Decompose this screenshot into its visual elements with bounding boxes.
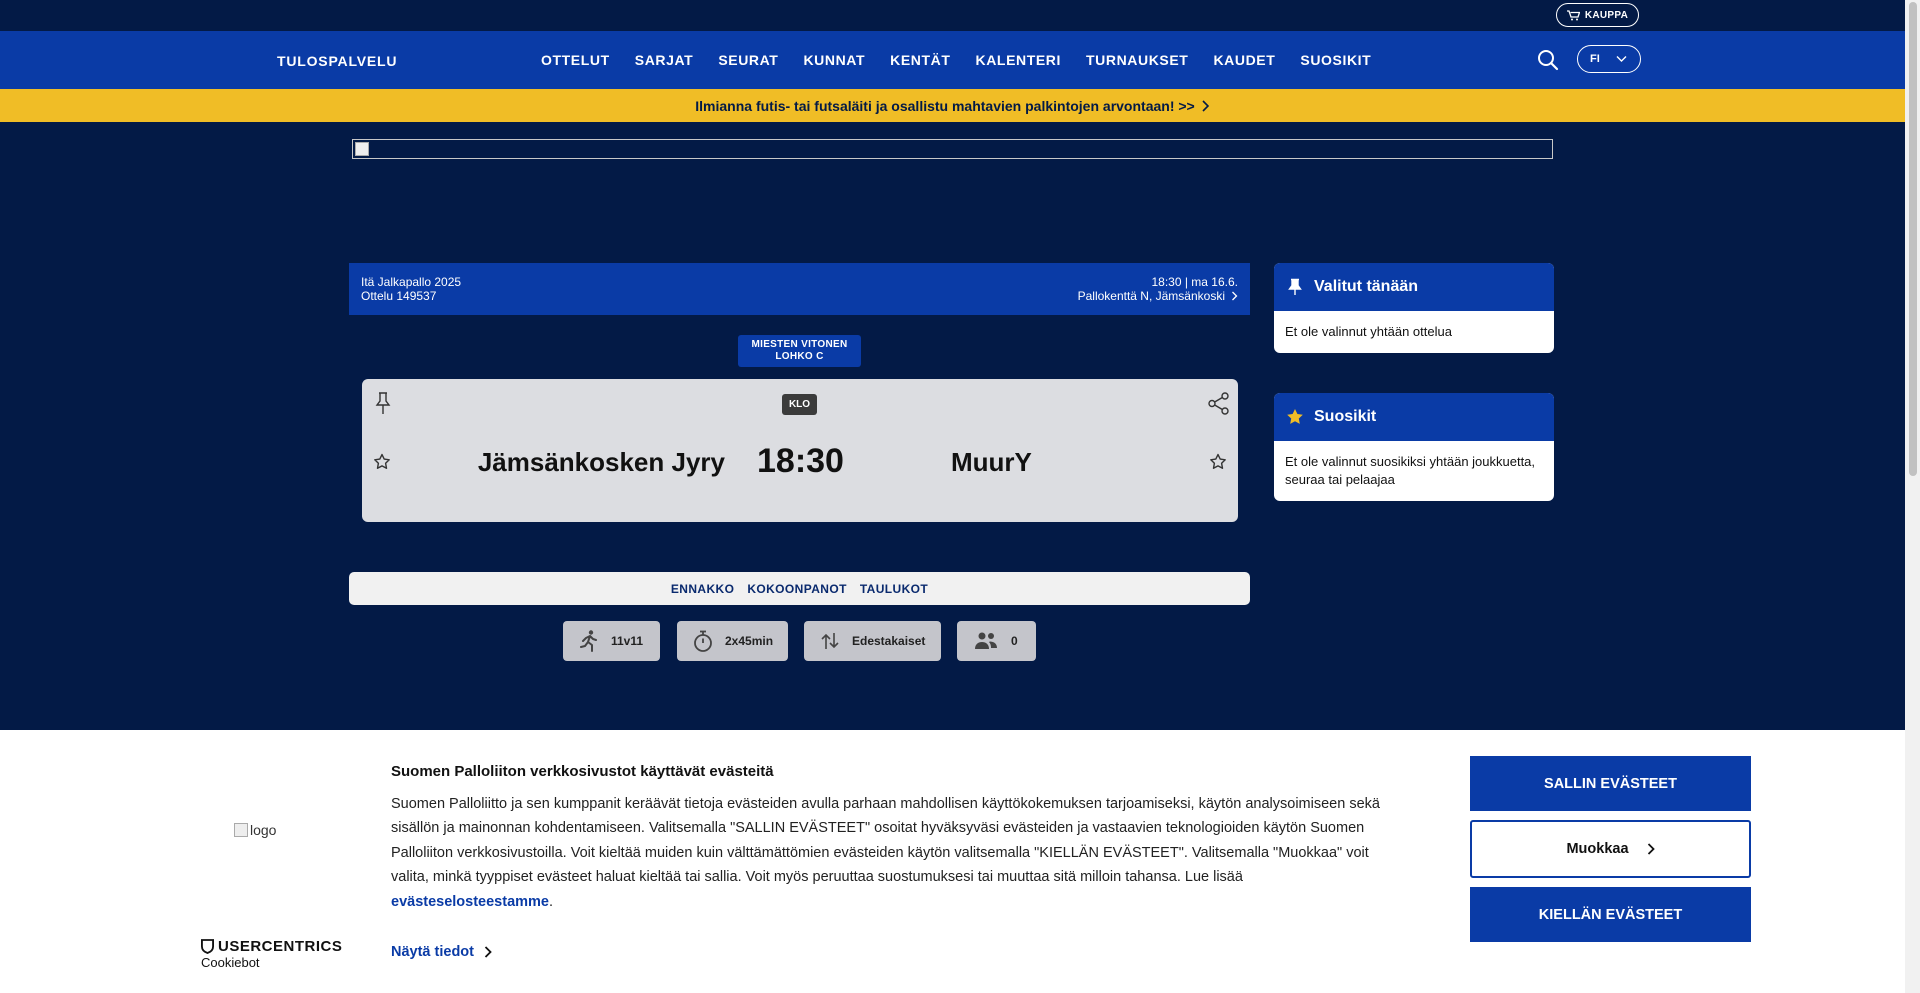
selected-today-title: Valitut tänään xyxy=(1314,278,1419,295)
nav-menu: OTTELUT SARJAT SEURAT KUNNAT KENTÄT KALE… xyxy=(541,52,1396,68)
venue-link[interactable]: Pallokenttä N, Jämsänkoski xyxy=(1078,289,1238,303)
shield-icon xyxy=(201,939,214,954)
search-icon[interactable] xyxy=(1537,49,1559,71)
match-tabs: ENNAKKO KOKOONPANOT TAULUKOT xyxy=(349,572,1250,605)
nav-item-ottelut[interactable]: OTTELUT xyxy=(541,52,610,68)
chip-duration: 2x45min xyxy=(677,621,788,661)
chip-attendance-label: 0 xyxy=(1011,634,1018,648)
show-details-label: Näytä tiedot xyxy=(391,944,474,960)
shop-label: KAUPPA xyxy=(1584,9,1629,21)
selected-today-header[interactable]: Valitut tänään xyxy=(1274,263,1554,311)
tab-kokoonpanot[interactable]: KOKOONPANOT xyxy=(747,582,847,596)
match-info-chips: 11v11 2x45min Edestakaiset 0 xyxy=(0,621,1905,661)
nav-item-kaudet[interactable]: KAUDET xyxy=(1213,52,1275,68)
nav-item-turnaukset[interactable]: TURNAUKSET xyxy=(1086,52,1188,68)
nav-item-kalenteri[interactable]: KALENTERI xyxy=(976,52,1062,68)
favorites-panel: Suosikit Et ole valinnut suosikiksi yhtä… xyxy=(1274,393,1554,501)
people-icon xyxy=(975,632,997,649)
accept-cookies-button[interactable]: SALLIN EVÄSTEET xyxy=(1470,756,1751,811)
chevron-right-icon xyxy=(484,946,492,958)
series-group: LOHKO C xyxy=(775,351,824,362)
nav-item-kentat[interactable]: KENTÄT xyxy=(890,52,950,68)
chevron-right-icon xyxy=(1232,291,1238,301)
customize-cookies-button[interactable]: Muokkaa xyxy=(1470,820,1751,878)
swap-arrows-icon xyxy=(821,633,839,649)
chip-duration-label: 2x45min xyxy=(725,634,774,648)
nav-item-suosikit[interactable]: SUOSIKIT xyxy=(1300,52,1371,68)
series-badge[interactable]: MIESTEN VITONEN LOHKO C xyxy=(738,335,861,367)
chevron-right-icon xyxy=(1202,99,1209,112)
customize-label: Muokkaa xyxy=(1566,841,1629,857)
cookie-logo-image: logo xyxy=(234,822,276,838)
series-name: MIESTEN VITONEN xyxy=(751,339,848,350)
cookie-body-end: . xyxy=(549,893,554,910)
share-icon[interactable] xyxy=(1207,392,1230,415)
brand-link[interactable]: TULOSPALVELU xyxy=(277,53,397,69)
favorites-title: Suosikit xyxy=(1314,408,1377,425)
language-select[interactable]: FI xyxy=(1577,45,1641,73)
cookie-title: Suomen Palloliiton verkkosivustot käyttä… xyxy=(391,763,774,780)
tab-taulukot[interactable]: TAULUKOT xyxy=(860,582,928,596)
favorite-away-star-icon[interactable] xyxy=(1209,453,1227,471)
usercentrics-label: USERCENTRICS xyxy=(218,938,343,955)
broken-image-icon xyxy=(355,142,369,156)
match-time: 18:30 xyxy=(757,442,844,480)
match-datetime: 18:30 | ma 16.6. xyxy=(1151,275,1238,289)
pin-icon[interactable] xyxy=(373,391,393,415)
cookie-banner: logo USERCENTRICS Cookiebot Suomen Pallo… xyxy=(0,730,1905,993)
chip-attendance: 0 xyxy=(957,621,1036,661)
selected-today-panel: Valitut tänään Et ole valinnut yhtään ot… xyxy=(1274,263,1554,353)
chevron-right-icon xyxy=(1647,843,1655,855)
chip-match-type: Edestakaiset xyxy=(804,621,941,661)
nav-item-seurat[interactable]: SEURAT xyxy=(718,52,778,68)
deny-cookies-button[interactable]: KIELLÄN EVÄSTEET xyxy=(1470,887,1751,942)
nav-item-kunnat[interactable]: KUNNAT xyxy=(803,52,865,68)
show-details-link[interactable]: Näytä tiedot xyxy=(391,944,492,960)
tab-ennakko[interactable]: ENNAKKO xyxy=(671,582,734,596)
score-card: KLO Jämsänkosken Jyry 18:30 MuurY xyxy=(362,379,1238,522)
status-badge: KLO xyxy=(782,394,817,415)
cookie-policy-link[interactable]: evästeselosteestamme xyxy=(391,894,549,910)
page-scrollbar[interactable] xyxy=(1905,0,1920,993)
favorites-body: Et ole valinnut suosikiksi yhtään joukku… xyxy=(1285,454,1536,487)
chevron-down-icon xyxy=(1616,56,1627,62)
scrollbar-thumb[interactable] xyxy=(1909,2,1917,476)
cookie-logo-alt: logo xyxy=(250,822,277,838)
favorite-home-star-icon[interactable] xyxy=(373,453,391,471)
pin-icon xyxy=(1288,278,1302,295)
away-team-name[interactable]: MuurY xyxy=(951,447,1032,478)
selected-today-body: Et ole valinnut yhtään ottelua xyxy=(1285,324,1452,339)
cookie-description: Suomen Palloliitto ja sen kumppanit kerä… xyxy=(391,792,1406,914)
ad-banner-image[interactable] xyxy=(352,139,1553,159)
shop-button[interactable]: KAUPPA xyxy=(1556,3,1639,27)
broken-image-icon xyxy=(234,823,248,837)
home-team-name[interactable]: Jämsänkosken Jyry xyxy=(478,447,725,478)
promo-text: Ilmianna futis- tai futsaläiti ja osalli… xyxy=(695,97,1195,114)
chip-format-label: 11v11 xyxy=(611,634,644,648)
star-icon xyxy=(1287,409,1303,424)
cookie-body: Suomen Palloliitto ja sen kumppanit kerä… xyxy=(391,796,1380,886)
cookiebot-label: Cookiebot xyxy=(201,955,260,970)
chip-match-type-label: Edestakaiset xyxy=(852,634,926,648)
cart-icon xyxy=(1566,9,1580,20)
venue-name: Pallokenttä N, Jämsänkoski xyxy=(1077,289,1225,303)
main-nav: TULOSPALVELU OTTELUT SARJAT SEURAT KUNNA… xyxy=(0,31,1905,89)
chip-format: 11v11 xyxy=(563,621,660,661)
nav-item-sarjat[interactable]: SARJAT xyxy=(635,52,694,68)
match-header: Itä Jalkapallo 2025 Ottelu 149537 18:30 … xyxy=(349,263,1250,315)
favorites-header[interactable]: Suosikit xyxy=(1274,393,1554,441)
promo-banner[interactable]: Ilmianna futis- tai futsaläiti ja osalli… xyxy=(0,89,1905,122)
stopwatch-icon xyxy=(694,630,712,652)
language-value: FI xyxy=(1590,53,1600,65)
usercentrics-brand[interactable]: USERCENTRICS Cookiebot xyxy=(201,938,342,970)
top-utility-bar: KAUPPA xyxy=(0,0,1905,31)
running-person-icon xyxy=(580,630,597,652)
